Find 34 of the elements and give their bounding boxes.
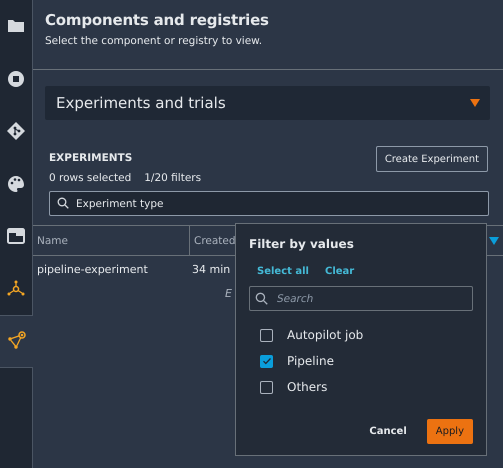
palette-icon (6, 174, 26, 194)
select-all-link[interactable]: Select all (257, 266, 309, 277)
category-dropdown[interactable]: Experiments and trials (45, 86, 490, 120)
git-icon (6, 121, 26, 142)
panel-title: Components and registries (45, 11, 270, 29)
option-label: Pipeline (287, 354, 334, 368)
create-experiment-button[interactable]: Create Experiment (376, 146, 488, 172)
panel-subtitle: Select the component or registry to view. (45, 35, 264, 47)
apply-button[interactable]: Apply (426, 419, 473, 444)
table-cell-text: pipeline-experiment (36, 262, 149, 276)
graph-icon (6, 331, 26, 352)
search-field[interactable]: Experiment type (49, 191, 489, 216)
window-icon (6, 226, 26, 246)
section-heading: EXPERIMENTS (49, 152, 134, 164)
table-note: E (225, 287, 232, 300)
sidebar-tab[interactable] (0, 315, 33, 368)
option-label: Others (287, 380, 328, 394)
checkbox[interactable] (260, 328, 273, 342)
column-header[interactable]: Name (33, 226, 190, 255)
cancel-button[interactable]: Cancel (361, 419, 415, 444)
checkbox[interactable] (260, 380, 273, 394)
clear-link[interactable]: Clear (325, 266, 354, 277)
stop-icon (6, 68, 26, 89)
caret-icon[interactable] (489, 236, 499, 244)
popup-title: Filter by values (249, 237, 355, 251)
table-cell-text: 34 min (191, 262, 232, 276)
column-header[interactable]: Created (190, 226, 235, 255)
caret-icon (470, 99, 480, 107)
option-label: Autopilot job (287, 328, 364, 342)
filter-count: 1/20 filters (144, 172, 202, 184)
search-icon (255, 292, 268, 305)
checkbox[interactable] (260, 354, 273, 368)
search-field[interactable]: Search (249, 286, 473, 311)
rows-selected-count: 0 rows selected (49, 172, 132, 184)
